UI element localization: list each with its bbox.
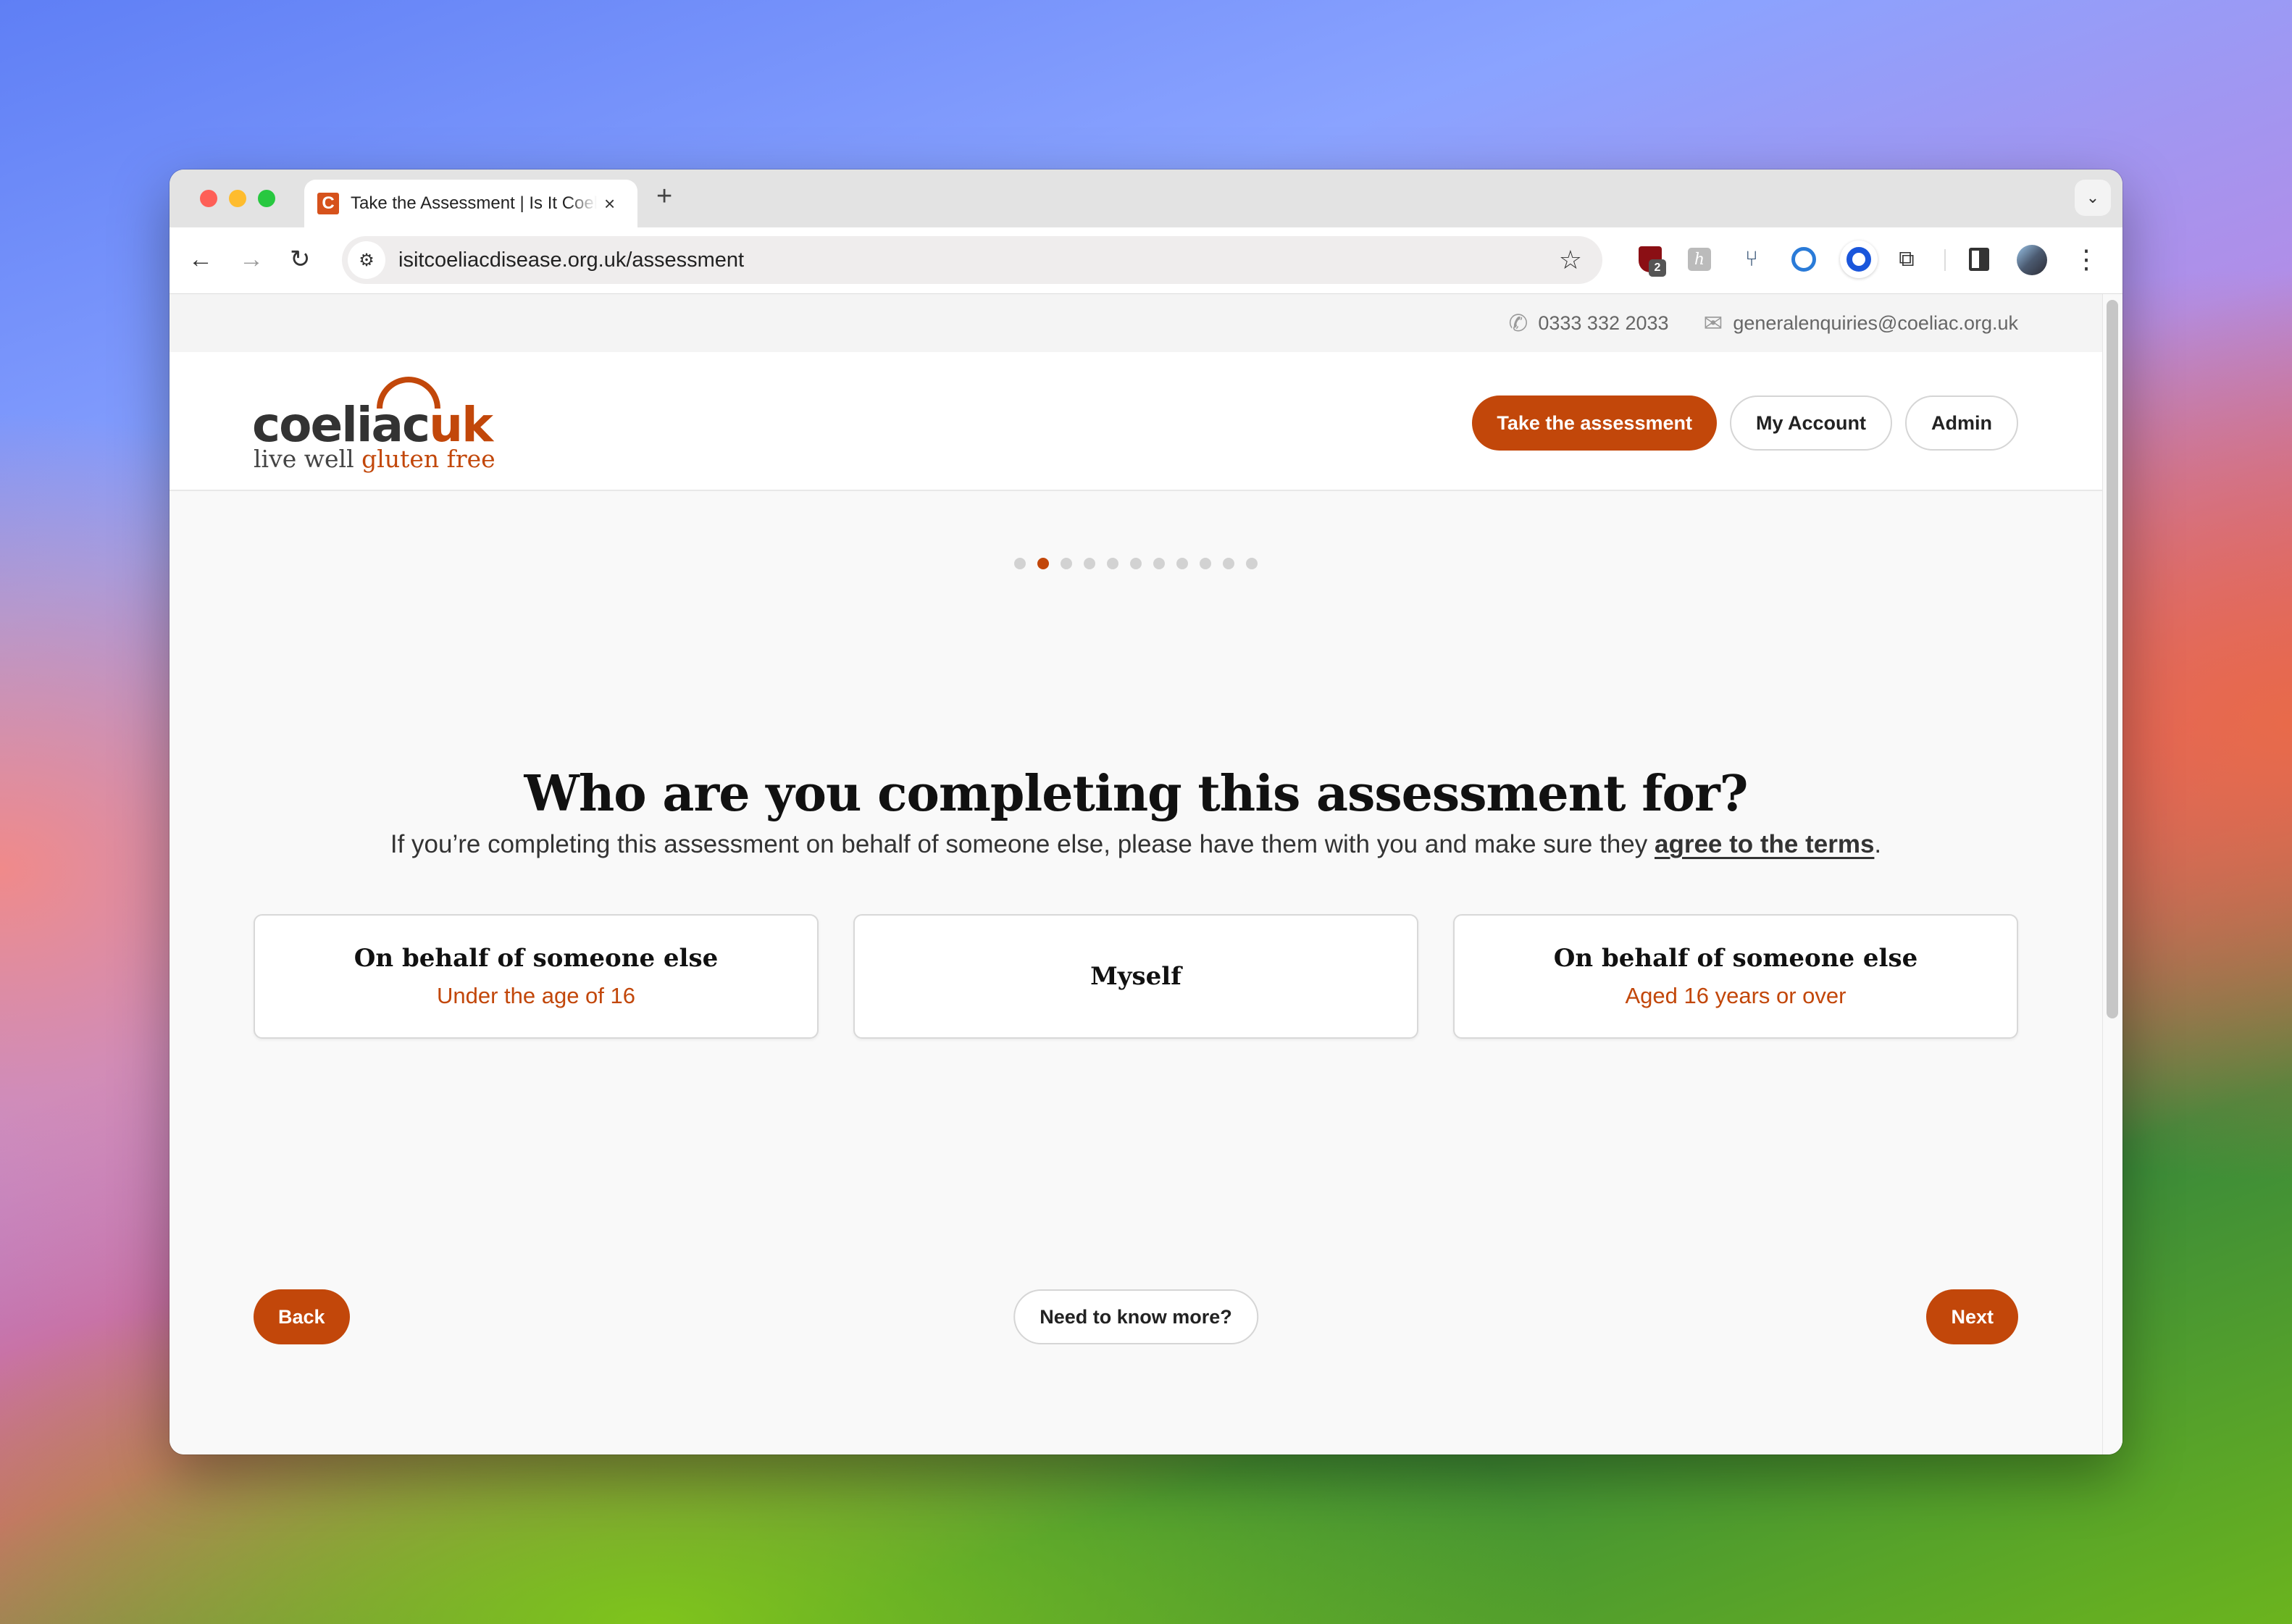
forward-arrow-icon[interactable]: →: [239, 245, 264, 274]
tab-active[interactable]: C Take the Assessment | Is It Coeliac Di…: [304, 180, 637, 227]
progress-dot: [1200, 558, 1211, 569]
site-header: coeliacuk live well gluten free Take the…: [170, 352, 2102, 491]
option-title: On behalf of someone else: [1553, 944, 1918, 973]
password-manager-extension-icon[interactable]: [1789, 245, 1818, 274]
contact-bar: ✆ 0333 332 2033 ✉ generalenquiries@coeli…: [170, 294, 2102, 352]
progress-dot: [1153, 558, 1165, 569]
option-subtitle: Under the age of 16: [436, 983, 636, 1008]
page-viewport: ✆ 0333 332 2033 ✉ generalenquiries@coeli…: [170, 294, 2122, 1455]
address-bar[interactable]: ⚙ isitcoeliacdisease.org.uk/assessment ☆: [342, 236, 1602, 284]
tagline-start: live well: [254, 445, 362, 473]
progress-dot: [1176, 558, 1188, 569]
option-title: Myself: [1090, 962, 1181, 991]
tab-title: Take the Assessment | Is It Coeliac Dise…: [351, 193, 597, 213]
assessment-footer-nav: Back Need to know more? Next: [254, 1289, 2018, 1344]
progress-dot: [1014, 558, 1026, 569]
browser-menu-icon[interactable]: ⋮: [2073, 243, 2099, 275]
browser-toolbar: ← → ↻ ⚙ isitcoeliacdisease.org.uk/assess…: [170, 227, 2122, 294]
option-someone-under-16[interactable]: On behalf of someone else Under the age …: [254, 914, 819, 1039]
subtitle-text: If you’re completing this assessment on …: [390, 830, 1655, 858]
progress-dot-active: [1037, 558, 1049, 569]
circle-extension-icon[interactable]: [1840, 240, 1878, 278]
coeliac-uk-logo[interactable]: coeliacuk live well gluten free: [252, 377, 495, 473]
option-subtitle: Aged 16 years or over: [1625, 983, 1846, 1008]
browser-window: C Take the Assessment | Is It Coeliac Di…: [170, 169, 2122, 1455]
reload-icon[interactable]: ↻: [290, 245, 311, 274]
minimize-window-button[interactable]: [229, 190, 246, 207]
progress-dot: [1061, 558, 1072, 569]
coeliac-favicon-icon: C: [317, 193, 339, 214]
scrollbar-thumb[interactable]: [2107, 300, 2118, 1018]
header-nav: Take the assessment My Account Admin: [1472, 395, 2018, 451]
envelope-icon: ✉: [1703, 310, 1723, 336]
need-to-know-more-button[interactable]: Need to know more?: [1013, 1289, 1258, 1344]
email-contact[interactable]: ✉ generalenquiries@coeliac.org.uk: [1704, 309, 2018, 337]
back-button[interactable]: Back: [254, 1289, 350, 1344]
email-address: generalenquiries@coeliac.org.uk: [1733, 311, 2018, 334]
fork-extension-icon[interactable]: ⑂: [1737, 245, 1766, 274]
option-someone-16-or-over[interactable]: On behalf of someone else Aged 16 years …: [1453, 914, 2018, 1039]
take-assessment-button[interactable]: Take the assessment: [1472, 395, 1717, 451]
extensions-puzzle-icon[interactable]: ⧉: [1892, 245, 1921, 274]
lock-ring-icon: [1791, 247, 1816, 272]
close-window-button[interactable]: [200, 190, 217, 207]
zoom-window-button[interactable]: [258, 190, 275, 207]
honey-extension-icon[interactable]: h: [1685, 245, 1714, 274]
answer-options: On behalf of someone else Under the age …: [254, 914, 2018, 1039]
toolbar-divider: [1944, 249, 1946, 271]
tab-search-chevron-icon[interactable]: ⌄: [2075, 180, 2111, 216]
question-subtitle: If you’re completing this assessment on …: [170, 830, 2102, 859]
progress-dot: [1246, 558, 1258, 569]
scrollbar-track[interactable]: [2102, 294, 2122, 1455]
site-info-icon[interactable]: ⚙: [348, 241, 385, 279]
tagline-accent: gluten free: [361, 445, 495, 473]
my-account-button[interactable]: My Account: [1729, 395, 1892, 451]
option-myself[interactable]: Myself: [853, 914, 1418, 1039]
progress-dot: [1130, 558, 1142, 569]
page-content: ✆ 0333 332 2033 ✉ generalenquiries@coeli…: [170, 294, 2102, 1455]
extension-badge: 2: [1649, 259, 1666, 277]
progress-indicator: [170, 558, 2102, 569]
next-button[interactable]: Next: [1926, 1289, 2018, 1344]
tab-strip: C Take the Assessment | Is It Coeliac Di…: [170, 169, 2122, 227]
progress-dot: [1223, 558, 1234, 569]
option-title: On behalf of someone else: [354, 944, 719, 973]
close-tab-icon[interactable]: ×: [604, 193, 615, 215]
agree-terms-link[interactable]: agree to the terms: [1655, 830, 1874, 858]
panel-glyph: [1969, 248, 1989, 271]
new-tab-button[interactable]: +: [656, 181, 672, 212]
admin-button[interactable]: Admin: [1905, 395, 2018, 451]
logo-tagline: live well gluten free: [254, 445, 495, 473]
back-arrow-icon[interactable]: ←: [188, 245, 213, 274]
url-text[interactable]: isitcoeliacdisease.org.uk/assessment: [398, 248, 744, 272]
phone-icon: ✆: [1508, 310, 1528, 336]
ring-icon: [1846, 247, 1871, 272]
question-title: Who are you completing this assessment f…: [524, 765, 1748, 823]
subtitle-end: .: [1874, 830, 1882, 858]
side-panel-icon[interactable]: [1965, 245, 1994, 274]
progress-dot: [1084, 558, 1095, 569]
honey-glyph: h: [1688, 248, 1711, 271]
phone-contact[interactable]: ✆ 0333 332 2033: [1509, 309, 1669, 337]
progress-dot: [1107, 558, 1118, 569]
bookmark-star-icon[interactable]: ☆: [1559, 245, 1582, 275]
profile-avatar[interactable]: [2017, 245, 2047, 275]
phone-number: 0333 332 2033: [1538, 311, 1669, 334]
ublock-origin-extension-icon[interactable]: 2: [1636, 245, 1666, 277]
